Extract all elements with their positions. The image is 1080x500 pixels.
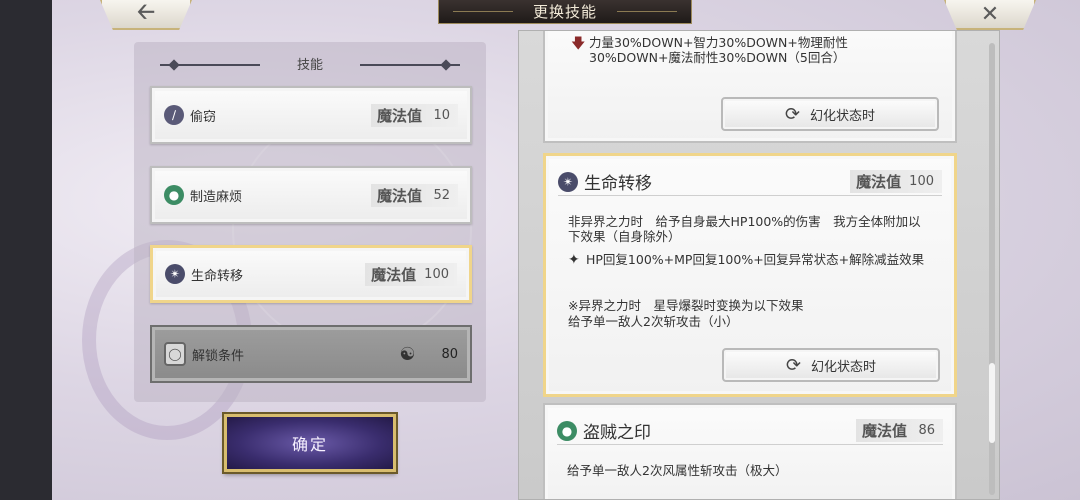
mp-value: 52 <box>433 187 450 203</box>
mp-label: 魔法值 <box>371 265 417 284</box>
refresh-icon: ⟳ <box>784 103 801 125</box>
alt-description: ※异界之力时 星导爆裂时变换为以下效果 <box>568 298 804 313</box>
skill-name: 偷窃 <box>190 109 217 125</box>
unlock-label: 解锁条件 <box>192 348 245 364</box>
skill-description: 给予单一敌人2次风属性斩攻击（极大） <box>567 463 788 478</box>
scroll-thumb[interactable] <box>989 363 995 443</box>
alt-description: 给予单一敌人2次斩攻击（小） <box>568 314 739 329</box>
green-orb-icon: ● <box>557 420 577 441</box>
skill-card-life-transfer[interactable]: ✴ 生命转移 魔法值 100 非异界之力时 给予自身最大HP100%的伤害 我方… <box>543 153 957 397</box>
skill-item-steal[interactable]: ∕ 偷窃 魔法值 10 <box>150 86 472 144</box>
skill-item-life-transfer[interactable]: ✴ 生命转移 魔法值 100 <box>150 245 472 303</box>
sparkle-icon: ✦ <box>568 252 580 268</box>
transform-state-button[interactable]: ⟳ 幻化状态时 <box>722 348 940 382</box>
back-arrow-icon: 🡠 <box>137 0 155 25</box>
unlock-value: 80 <box>441 346 458 362</box>
unlock-glyph-icon: ☯ <box>399 343 416 365</box>
mp-label: 魔法值 <box>861 422 907 440</box>
star-burst-icon: ✴ <box>558 171 578 192</box>
mp-label: 魔法值 <box>376 186 422 205</box>
mp-cost: 魔法值 10 <box>370 103 458 127</box>
card-title: 生命转移 <box>584 174 652 194</box>
effect-text: 力量30%DOWN+智力30%DOWN+物理耐性30%DOWN+魔法耐性30%D… <box>589 35 848 65</box>
close-icon: ✕ <box>980 1 1000 27</box>
star-burst-icon: ✴ <box>165 264 185 284</box>
mp-cost: 魔法值 100 <box>850 170 942 193</box>
mp-cost: 魔法值 52 <box>370 183 458 207</box>
skill-item-trouble[interactable]: ● 制造麻烦 魔法值 52 <box>150 166 472 224</box>
page-title: 更换技能 <box>438 0 692 24</box>
confirm-button[interactable]: 确定 <box>224 414 396 472</box>
green-orb-icon: ● <box>164 185 184 205</box>
skill-name: 制造麻烦 <box>190 189 243 205</box>
mp-value: 10 <box>433 107 450 123</box>
divider <box>360 64 460 66</box>
mp-value: 86 <box>918 423 935 438</box>
steal-icon: ∕ <box>164 105 184 125</box>
scrollbar[interactable] <box>989 43 995 495</box>
effect-text: HP回复100%+MP回复100%+回复异常状态+解除减益效果 <box>586 252 925 267</box>
unlock-condition-row[interactable]: ◯ 解锁条件 ☯ 80 <box>150 325 472 383</box>
lock-icon: ◯ <box>164 342 186 366</box>
back-button[interactable]: 🡠 <box>100 0 192 30</box>
mp-label: 魔法值 <box>376 106 422 125</box>
card-header: ● 盗贼之印 魔法值 86 <box>557 417 943 445</box>
skill-detail-panel[interactable]: 🡇 力量30%DOWN+智力30%DOWN+物理耐性30%DOWN+魔法耐性30… <box>518 30 1000 500</box>
card-header: ✴ 生命转移 魔法值 100 <box>558 168 942 196</box>
button-label: 幻化状态时 <box>811 359 877 375</box>
mp-cost: 魔法值 100 <box>365 262 457 286</box>
card-title: 盗贼之印 <box>583 423 651 443</box>
skill-list-panel: 技能 ∕ 偷窃 魔法值 10 ● 制造麻烦 魔法值 52 ✴ 生命转移 魔法值 … <box>134 42 486 402</box>
mp-label: 魔法值 <box>856 173 902 191</box>
skill-description: 非异界之力时 给予自身最大HP100%的伤害 我方全体附加以下效果（自身除外） <box>568 214 921 244</box>
transform-state-button[interactable]: ⟳ 幻化状态时 <box>721 97 939 131</box>
mp-value: 100 <box>909 174 934 189</box>
skill-card-thief-mark[interactable]: ● 盗贼之印 魔法值 86 给予单一敌人2次风属性斩攻击（极大） <box>543 403 957 499</box>
button-label: 幻化状态时 <box>810 108 876 124</box>
refresh-icon: ⟳ <box>785 354 802 376</box>
skill-card-previous[interactable]: 🡇 力量30%DOWN+智力30%DOWN+物理耐性30%DOWN+魔法耐性30… <box>543 31 957 143</box>
background: 🡠 更换技能 ✕ 技能 ∕ 偷窃 魔法值 10 ● 制造麻烦 魔法值 52 ✴ … <box>52 0 1080 500</box>
stat-down-icon: 🡇 <box>571 36 586 52</box>
mp-value: 100 <box>424 266 449 282</box>
mp-cost: 魔法值 86 <box>855 419 943 442</box>
skill-name: 生命转移 <box>191 268 244 284</box>
close-button[interactable]: ✕ <box>944 0 1036 30</box>
